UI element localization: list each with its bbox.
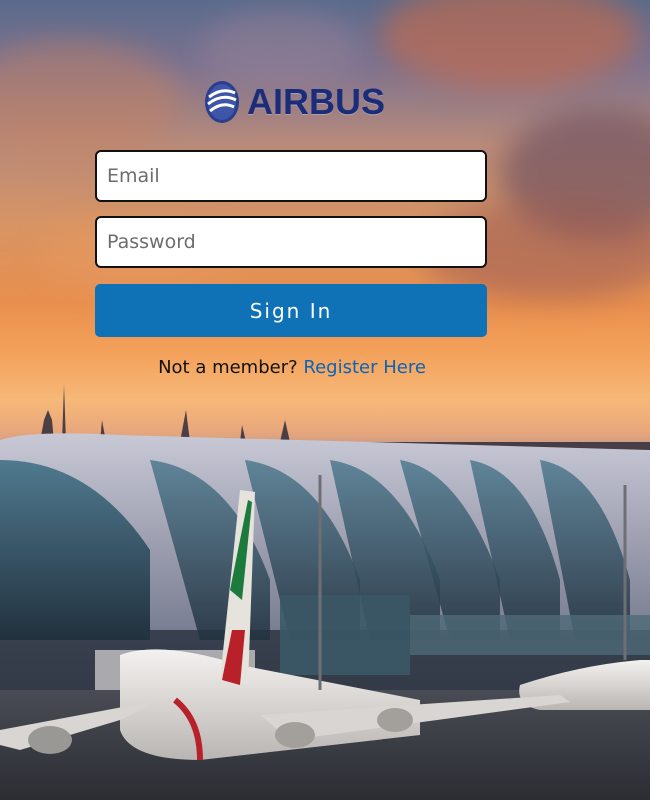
password-field[interactable] [95,216,487,268]
email-field[interactable] [95,150,487,202]
cloud [0,40,180,160]
brand-name: AIRBUS [247,81,386,122]
sign-in-button[interactable]: Sign In [95,284,487,337]
airbus-globe-icon [205,81,239,123]
airbus-logo: AIRBUS [203,78,385,126]
login-page: AIRBUS Sign In Not a member? Register He… [0,0,650,800]
register-prompt: Not a member? Register Here [0,357,584,378]
register-prompt-text: Not a member? [158,357,298,378]
airport-terminal-illustration [0,433,650,800]
cloud [380,0,640,90]
register-link[interactable]: Register Here [303,357,426,378]
